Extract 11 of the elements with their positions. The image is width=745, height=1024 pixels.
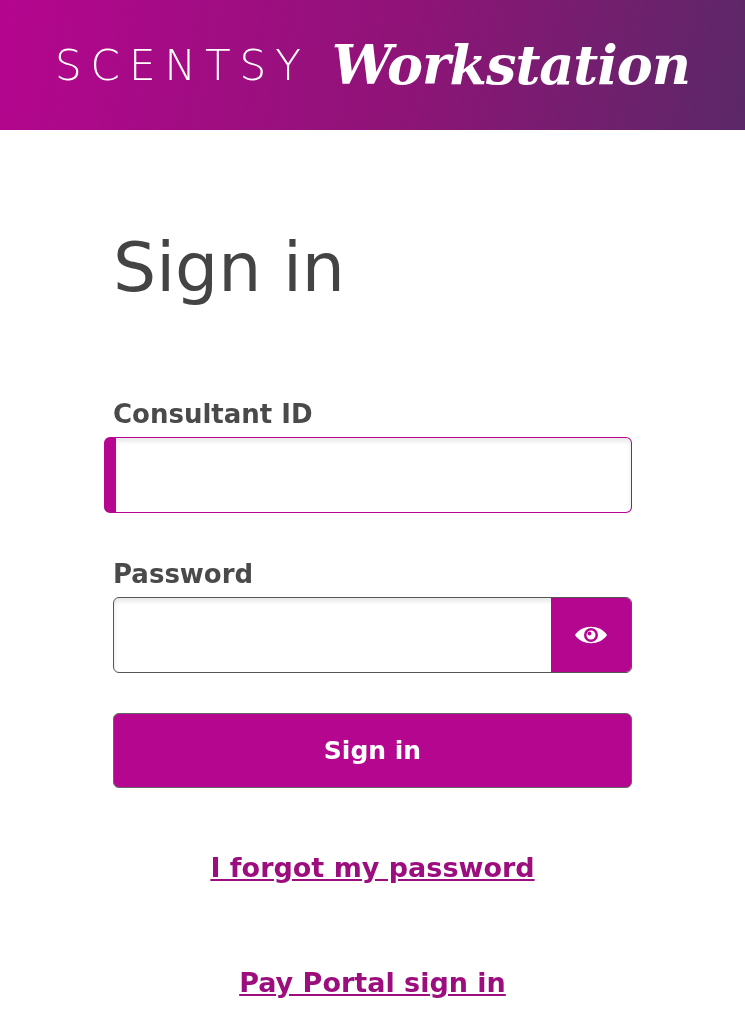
input-field[interactable]	[104, 437, 632, 513]
text-link[interactable]: Pay Portal sign in	[239, 967, 506, 998]
brand-wordmark: SCENTSY	[54, 40, 310, 90]
sign-in-button[interactable]: Sign in	[113, 713, 632, 788]
page-title: Sign in	[113, 228, 346, 307]
text-link[interactable]: I forgot my password	[210, 852, 535, 883]
show-password-button[interactable]	[551, 598, 631, 672]
field-label: Consultant ID	[113, 399, 314, 429]
field-label: Password	[113, 559, 255, 589]
product-wordmark: Workstation	[331, 33, 691, 97]
password-field[interactable]	[113, 597, 632, 673]
